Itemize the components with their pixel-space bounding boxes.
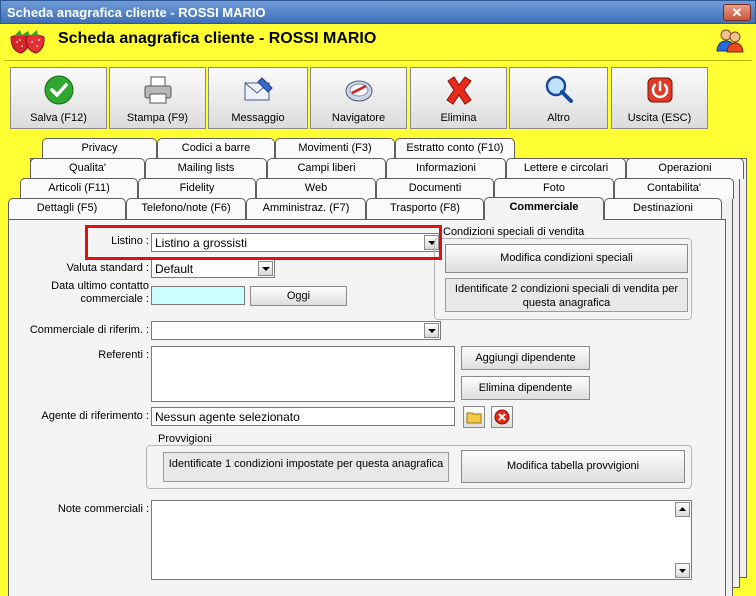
condizioni-info: Identificate 2 condizioni speciali di ve… — [445, 278, 688, 312]
tab-trasporto[interactable]: Trasporto (F8) — [366, 198, 484, 219]
valuta-value: Default — [155, 262, 194, 276]
modifica-condizioni-button[interactable]: Modifica condizioni speciali — [445, 244, 688, 273]
browse-agente-button[interactable] — [463, 406, 485, 428]
more-button[interactable]: Altro — [509, 67, 608, 129]
tab-informazioni[interactable]: Informazioni — [386, 158, 506, 179]
check-icon — [44, 75, 73, 105]
message-label: Messaggio — [231, 112, 285, 124]
referenti-label: Referenti : — [98, 349, 149, 361]
delete-circle-icon — [494, 409, 510, 425]
tab-codici-a-barre[interactable]: Codici a barre — [157, 138, 275, 159]
folder-icon — [466, 412, 482, 424]
provvigioni-title: Provvigioni — [155, 433, 215, 445]
compass-icon — [345, 80, 372, 102]
note-textarea[interactable] — [151, 500, 692, 580]
commerciale-select[interactable] — [151, 321, 441, 340]
tab-articoli[interactable]: Articoli (F11) — [20, 178, 138, 199]
tab-mailing-lists[interactable]: Mailing lists — [145, 158, 267, 179]
page-title: Scheda anagrafica cliente - ROSSI MARIO — [58, 30, 377, 47]
data-contatto-input[interactable] — [151, 286, 245, 305]
commerciale-panel: Listino : Listino a grossisti Valuta sta… — [8, 219, 726, 596]
scroll-up-arrow[interactable] — [675, 502, 690, 517]
agente-field[interactable]: Nessun agente selezionato — [151, 407, 455, 426]
exit-label: Uscita (ESC) — [627, 112, 692, 124]
tab-qualita[interactable]: Qualita' — [30, 158, 145, 179]
elimina-dipendente-button[interactable]: Elimina dipendente — [461, 376, 590, 400]
tab-foto[interactable]: Foto — [494, 178, 614, 199]
aggiungi-dipendente-button[interactable]: Aggiungi dipendente — [461, 346, 590, 370]
chevron-down-icon — [679, 569, 686, 573]
header-divider — [4, 60, 752, 61]
tab-amministrazione[interactable]: Amministraz. (F7) — [246, 198, 366, 219]
window-title: Scheda anagrafica cliente - ROSSI MARIO — [7, 5, 266, 20]
save-button[interactable]: Salva (F12) — [10, 67, 107, 129]
data-contatto-label-1: Data ultimo contatto — [51, 280, 149, 292]
x-icon — [445, 76, 472, 105]
print-button[interactable]: Stampa (F9) — [109, 67, 206, 129]
power-icon — [647, 77, 672, 103]
more-label: Altro — [547, 112, 570, 124]
tab-contabilita[interactable]: Contabilita' — [614, 178, 734, 199]
agente-label: Agente di riferimento : — [41, 410, 149, 422]
valuta-label: Valuta standard : — [66, 262, 149, 274]
envelope-icon — [244, 77, 273, 101]
tab-web[interactable]: Web — [256, 178, 376, 199]
print-label: Stampa (F9) — [126, 112, 189, 124]
navigator-label: Navigatore — [331, 112, 386, 124]
navigator-button[interactable]: Navigatore — [310, 67, 407, 129]
tab-telefono-note[interactable]: Telefono/note (F6) — [126, 198, 246, 219]
provvigioni-info: Identificate 1 condizioni impostate per … — [163, 452, 449, 482]
tab-lettere-e-circolari[interactable]: Lettere e circolari — [506, 158, 626, 179]
condizioni-title: Condizioni speciali di vendita — [440, 226, 588, 238]
condizioni-info-line2: questa anagrafica — [522, 297, 611, 309]
message-button[interactable]: Messaggio — [208, 67, 308, 129]
oggi-button[interactable]: Oggi — [250, 286, 347, 306]
listino-highlight-box — [85, 225, 442, 260]
tab-estratto-conto[interactable]: Estratto conto (F10) — [395, 138, 515, 159]
users-icon[interactable] — [716, 27, 744, 53]
delete-label: Elimina — [440, 112, 477, 124]
delete-button[interactable]: Elimina — [410, 67, 507, 129]
referenti-list[interactable] — [151, 346, 455, 402]
tab-documenti[interactable]: Documenti — [376, 178, 494, 199]
tab-commerciale[interactable]: Commerciale — [484, 197, 604, 220]
valuta-select[interactable]: Default — [151, 259, 275, 278]
header: Scheda anagrafica cliente - ROSSI MARIO — [0, 24, 756, 58]
exit-button[interactable]: Uscita (ESC) — [611, 67, 708, 129]
tab-privacy[interactable]: Privacy — [42, 138, 157, 159]
tab-campi-liberi[interactable]: Campi liberi — [267, 158, 386, 179]
tab-fidelity[interactable]: Fidelity — [138, 178, 256, 199]
tab-destinazioni[interactable]: Destinazioni — [604, 198, 722, 219]
close-button[interactable]: ✕ — [723, 4, 751, 21]
note-label: Note commerciali : — [57, 503, 149, 515]
condizioni-info-line1: Identificate 2 condizioni speciali di ve… — [454, 283, 679, 295]
chevron-up-icon — [679, 507, 686, 511]
magnifier-icon — [545, 75, 573, 103]
clear-agente-button[interactable] — [491, 406, 513, 428]
title-bar: Scheda anagrafica cliente - ROSSI MARIO … — [0, 0, 756, 24]
strawberry-icon — [10, 30, 45, 54]
chevron-down-icon[interactable] — [258, 261, 273, 276]
modifica-provvigioni-button[interactable]: Modifica tabella provvigioni — [461, 450, 685, 483]
tab-operazioni[interactable]: Operazioni — [626, 158, 744, 179]
commerciale-label: Commerciale di riferim. : — [29, 324, 149, 336]
save-label: Salva (F12) — [30, 112, 87, 124]
data-contatto-label-2: commerciale : — [80, 293, 149, 305]
tab-dettagli[interactable]: Dettagli (F5) — [8, 198, 126, 219]
chevron-down-icon[interactable] — [424, 323, 439, 338]
scroll-down-arrow[interactable] — [675, 563, 690, 578]
tab-movimenti[interactable]: Movimenti (F3) — [275, 138, 395, 159]
printer-icon — [144, 76, 171, 104]
